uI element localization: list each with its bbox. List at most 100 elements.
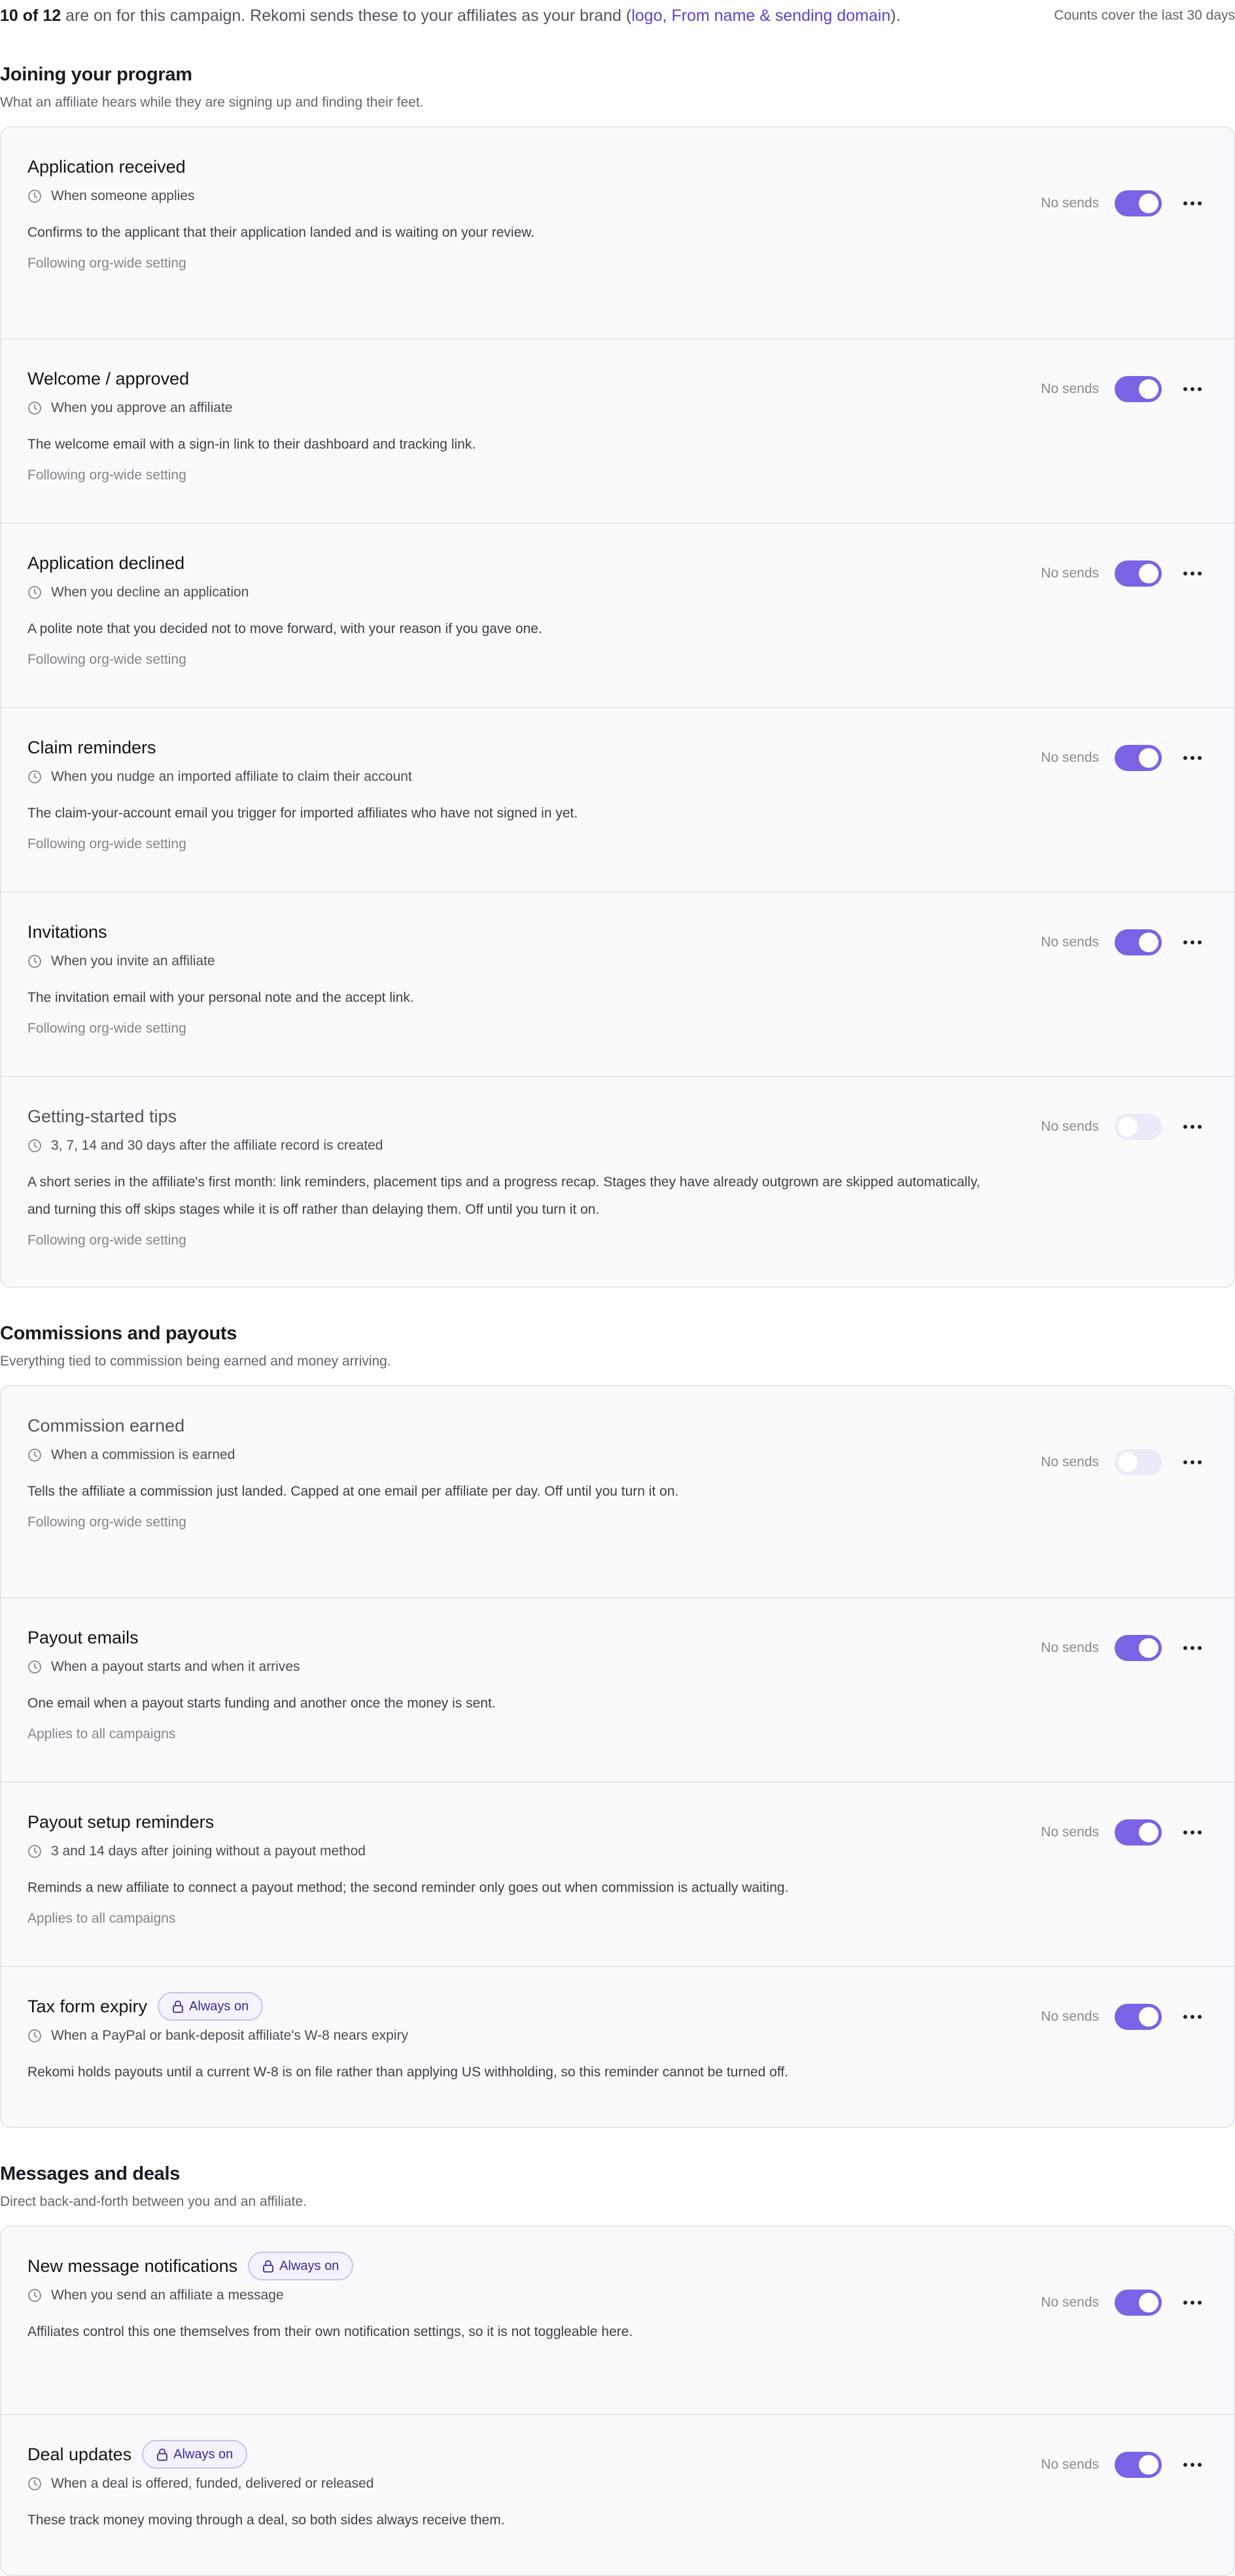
email-toggle[interactable] [1115,2290,1162,2316]
email-controls: No sends [1041,560,1208,587]
email-toggle[interactable] [1115,1114,1162,1140]
more-options-icon[interactable] [1177,1114,1208,1140]
brand-settings-link[interactable]: logo, From name & sending domain [631,7,890,25]
section-commissions: Commissions and payouts Everything tied … [0,1323,1235,2128]
email-toggle[interactable] [1115,1449,1162,1475]
clock-icon [27,2029,42,2043]
email-title: Claim reminders [27,737,156,757]
email-description: A polite note that you decided not to mo… [27,621,542,636]
email-trigger: When you decline an application [27,583,1208,602]
email-toggle[interactable] [1115,1819,1162,1846]
more-dot [1198,756,1202,760]
section-subtitle: Direct back-and-forth between you and an… [0,2194,307,2209]
email-toggle[interactable] [1115,2452,1162,2478]
email-title: Deal updates [27,2444,132,2464]
more-dot [1191,1830,1194,1834]
email-row-header: Welcome / approved [27,366,1208,392]
email-scope: Following org-wide setting [27,1021,186,1036]
enabled-count: 10 of 12 [0,6,61,25]
email-toggle[interactable] [1115,745,1162,771]
more-options-icon[interactable] [1177,1635,1208,1661]
more-dot [1183,756,1187,760]
toggle-knob [1139,2455,1158,2475]
email-trigger: When a payout starts and when it arrives [27,1657,1208,1677]
email-scope: Following org-wide setting [27,836,186,851]
send-count: No sends [1041,750,1099,765]
email-row-header: New message notifications Always on [27,2252,1208,2280]
more-dot [1198,1646,1202,1650]
more-dot [1183,940,1187,944]
section-title: Messages and deals [0,2163,181,2184]
more-options-icon[interactable] [1177,190,1208,216]
email-description: Affiliates control this one themselves f… [27,2324,633,2339]
more-options-icon[interactable] [1177,1819,1208,1846]
email-toggle[interactable] [1115,190,1162,216]
more-options-icon[interactable] [1177,376,1208,402]
email-title: Getting-started tips [27,1106,177,1126]
send-count: No sends [1041,381,1099,396]
more-options-icon[interactable] [1177,2004,1208,2030]
send-count: No sends [1041,1454,1099,1469]
email-toggle[interactable] [1115,2004,1162,2030]
email-row-header: Payout emails [27,1624,1208,1651]
more-dot [1183,1460,1187,1464]
more-options-icon[interactable] [1177,2452,1208,2478]
clock-icon [27,954,42,969]
toggle-knob [1139,933,1158,952]
section-title: Commissions and payouts [0,1323,237,1344]
email-controls: No sends [1041,1114,1208,1140]
email-description: A short series in the affiliate's first … [27,1175,981,1217]
email-description: Reminds a new affiliate to connect a pay… [27,1880,789,1895]
badge-label: Always on [173,2447,234,2462]
lock-icon [262,2259,274,2273]
email-description: The invitation email with your personal … [27,990,414,1005]
email-trigger: When a deal is offered, funded, delivere… [27,2474,1208,2494]
email-row: Deal updates Always on When a deal is offe… [1,2414,1234,2575]
email-title: New message notifications [27,2256,238,2276]
more-options-icon[interactable] [1177,745,1208,771]
more-dot [1183,1830,1187,1834]
email-title: Payout emails [27,1627,139,1647]
more-dot [1191,2015,1194,2019]
email-toggle[interactable] [1115,560,1162,587]
toggle-knob [1139,1823,1158,1842]
email-controls: No sends [1041,376,1208,402]
email-toggle[interactable] [1115,376,1162,402]
email-controls: No sends [1041,190,1208,216]
more-options-icon[interactable] [1177,2290,1208,2316]
email-trigger: 3, 7, 14 and 30 days after the affiliate… [27,1136,1208,1156]
section-title: Joining your program [0,64,192,85]
more-dot [1191,1460,1194,1464]
clock-icon [27,2288,42,2303]
email-row-header: Invitations [27,919,1208,945]
trigger-text: When you approve an affiliate [51,400,233,415]
clock-icon [27,2477,42,2491]
email-toggle[interactable] [1115,929,1162,955]
clock-icon [27,1139,42,1153]
more-options-icon[interactable] [1177,1449,1208,1475]
toggle-knob [1139,748,1158,768]
email-row: Application received When someone applies… [1,154,1234,338]
more-options-icon[interactable] [1177,560,1208,587]
more-dot [1198,201,1202,205]
more-dot [1183,1646,1187,1650]
toggle-knob [1118,1452,1138,1472]
more-options-icon[interactable] [1177,929,1208,955]
always-on-badge: Always on [248,2252,354,2280]
more-dot [1183,2463,1187,2467]
more-dot [1183,2301,1187,2305]
badge-label: Always on [189,1999,249,2014]
more-dot [1191,1646,1194,1650]
email-scope: Following org-wide setting [27,652,186,667]
email-scope: Following org-wide setting [27,1515,186,1530]
email-row-header: Tax form expiry Always on [27,1992,1208,2021]
email-controls: No sends [1041,1819,1208,1846]
trigger-text: When a deal is offered, funded, delivere… [51,2476,374,2491]
email-trigger: 3 and 14 days after joining without a pa… [27,1842,1208,1861]
clock-icon [27,1660,42,1674]
more-dot [1183,387,1187,391]
email-toggle[interactable] [1115,1635,1162,1661]
trigger-text: When a payout starts and when it arrives [51,1659,300,1674]
email-row-header: Claim reminders [27,734,1208,761]
email-trigger: When a commission is earned [27,1445,1208,1465]
